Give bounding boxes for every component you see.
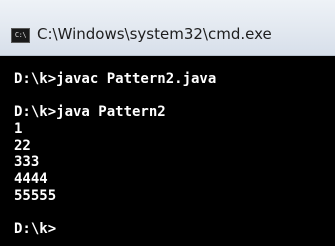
window-title: C:\Windows\system32\cmd.exe (37, 25, 272, 43)
console-line: D:\k>javac Pattern2.java (14, 71, 217, 87)
console-line: 55555 (14, 187, 57, 204)
console-line: 1 (14, 121, 23, 138)
command-prompt-line[interactable]: D:\k> (14, 221, 335, 238)
command-prompt-icon[interactable]: C:\ (11, 28, 30, 43)
console-line: D:\k>java Pattern2 (14, 104, 166, 121)
cmd-window: C:\ C:\Windows\system32\cmd.exe D:\k>jav… (0, 0, 335, 246)
console-output[interactable]: D:\k>javac Pattern2.java D:\k>java Patte… (0, 56, 335, 246)
console-line: 333 (14, 154, 40, 171)
console-line: 22 (14, 137, 31, 154)
title-bar[interactable]: C:\ C:\Windows\system32\cmd.exe (0, 0, 335, 56)
console-line: 4444 (14, 171, 48, 188)
